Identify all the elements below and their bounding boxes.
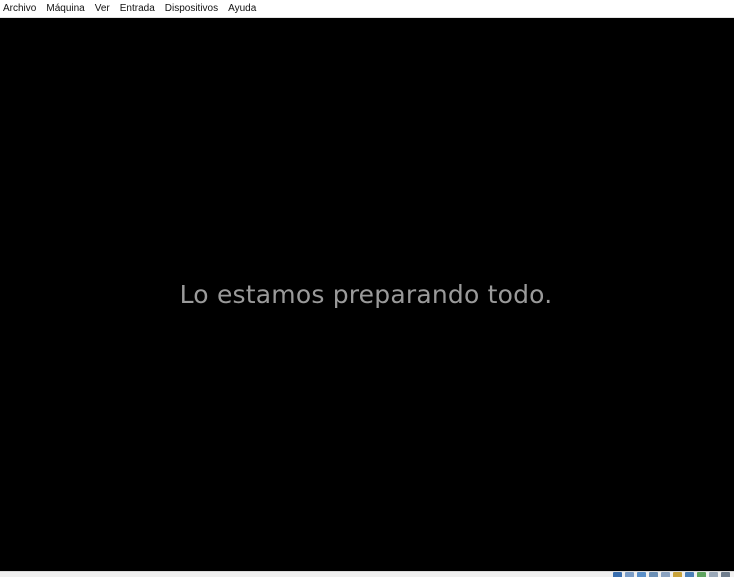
status-icons-tray [613,572,730,577]
network-icon[interactable] [649,572,658,577]
menu-entrada[interactable]: Entrada [115,0,160,18]
hard-disk-icon[interactable] [613,572,622,577]
setup-status-message: Lo estamos preparando todo. [179,280,553,309]
virtualbox-window: Archivo Máquina Ver Entrada Dispositivos… [0,0,734,577]
optical-drive-icon[interactable] [625,572,634,577]
menu-ver[interactable]: Ver [90,0,115,18]
vm-display[interactable]: Lo estamos preparando todo. [0,18,734,571]
display-icon[interactable] [685,572,694,577]
menu-archivo[interactable]: Archivo [0,0,41,18]
mouse-integration-icon[interactable] [709,572,718,577]
host-key-icon[interactable] [721,572,730,577]
shared-folder-icon[interactable] [673,572,682,577]
usb-icon[interactable] [661,572,670,577]
menu-bar: Archivo Máquina Ver Entrada Dispositivos… [0,0,734,18]
video-capture-icon[interactable] [697,572,706,577]
menu-ayuda[interactable]: Ayuda [223,0,261,18]
menu-maquina[interactable]: Máquina [41,0,89,18]
audio-icon[interactable] [637,572,646,577]
menu-dispositivos[interactable]: Dispositivos [160,0,223,18]
status-bar [0,571,734,577]
